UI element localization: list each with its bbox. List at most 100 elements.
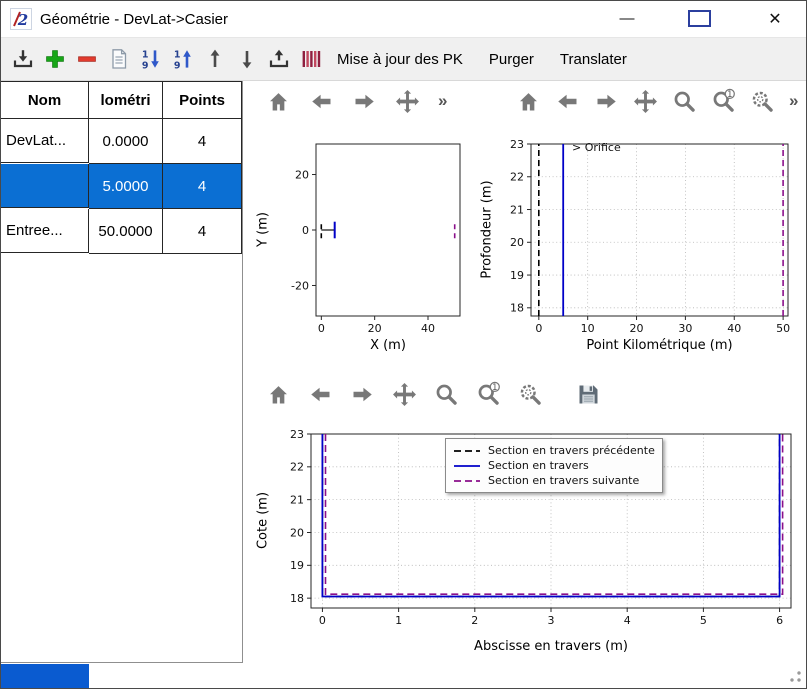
svg-text:10: 10 <box>581 322 595 335</box>
move-up-button[interactable] <box>201 44 228 74</box>
back-button[interactable] <box>305 378 335 410</box>
svg-text:23: 23 <box>510 138 524 151</box>
cell-points[interactable]: 4 <box>163 209 242 254</box>
svg-text:1: 1 <box>173 49 180 60</box>
column-header-pk[interactable]: lométri <box>89 82 163 119</box>
maximize-button[interactable] <box>674 2 724 35</box>
section-y-axis-label: Cote (m) <box>256 456 271 586</box>
move-down-icon <box>235 47 259 71</box>
purger-button[interactable]: Purger <box>476 38 547 80</box>
pan-button[interactable] <box>389 378 419 410</box>
cell-points-selected[interactable]: 4 <box>163 164 242 209</box>
svg-text:1: 1 <box>395 614 402 627</box>
back-button[interactable] <box>552 85 582 117</box>
pan-button[interactable] <box>630 85 660 117</box>
home-button[interactable] <box>263 378 293 410</box>
legend-label: Section en travers <box>488 459 589 472</box>
svg-text:1: 1 <box>727 88 732 98</box>
cell-nom[interactable]: DevLat... <box>1 119 89 163</box>
svg-text:20: 20 <box>290 526 304 539</box>
column-header-points[interactable]: Points <box>163 82 242 119</box>
cell-nom[interactable]: Entree... <box>1 209 89 253</box>
titlebar: 2 Géométrie - DevLat->Casier — ✕ <box>1 1 806 37</box>
mise-a-jour-pk-button[interactable]: Mise à jour des PK <box>324 38 476 80</box>
save-button[interactable] <box>573 378 603 410</box>
cell-nom-selected[interactable] <box>1 164 89 208</box>
import-icon <box>11 47 35 71</box>
resize-grip[interactable] <box>788 670 801 683</box>
close-button[interactable]: ✕ <box>750 2 800 35</box>
app-icon: 2 <box>10 8 32 30</box>
export-button[interactable] <box>265 44 292 74</box>
svg-text:30: 30 <box>678 322 692 335</box>
sort-down-button[interactable]: 19 <box>137 44 164 74</box>
svg-text:21: 21 <box>290 493 304 506</box>
import-button[interactable] <box>9 44 36 74</box>
legend-item: Section en travers suivante <box>453 473 655 488</box>
zoom-one-button[interactable]: 1 <box>473 378 503 410</box>
translater-button[interactable]: Translater <box>547 38 640 80</box>
xy-y-axis-label: Y (m) <box>256 165 271 295</box>
home-button[interactable] <box>263 85 293 117</box>
legend-label: Section en travers précédente <box>488 444 655 457</box>
legend-line-sample <box>453 476 481 486</box>
pan-button[interactable] <box>392 85 422 117</box>
xy-plot-toolbar: » <box>263 85 447 117</box>
remove-button[interactable] <box>73 44 100 74</box>
zoom-one-icon: 1 <box>710 88 737 115</box>
add-button[interactable] <box>41 44 68 74</box>
toolbar-icon-strip: 1919 <box>9 44 324 74</box>
svg-text:0: 0 <box>302 224 309 237</box>
maximize-icon <box>688 10 711 27</box>
legend-label: Section en travers suivante <box>488 474 639 487</box>
profile-x-axis-label: Point Kilométrique (m) <box>531 338 788 353</box>
forward-button[interactable] <box>347 378 377 410</box>
column-header-nom[interactable]: Nom <box>1 82 89 119</box>
svg-text:20: 20 <box>630 322 644 335</box>
cell-pk[interactable]: 50.0000 <box>89 209 163 254</box>
forward-icon <box>349 381 376 408</box>
svg-text:1: 1 <box>492 381 497 391</box>
cell-pk[interactable]: 0.0000 <box>89 119 163 164</box>
forward-button[interactable] <box>349 85 379 117</box>
overflow-chevron[interactable]: » <box>789 91 798 111</box>
svg-text:18: 18 <box>290 592 304 605</box>
zoom-fit-icon <box>749 88 776 115</box>
back-icon <box>307 381 334 408</box>
pan-icon <box>391 381 418 408</box>
cell-points[interactable]: 4 <box>163 119 242 164</box>
zoom-button[interactable] <box>669 85 699 117</box>
geometry-app-icon: 2 <box>10 8 32 30</box>
svg-text:40: 40 <box>421 322 435 335</box>
zoom-fit-button[interactable] <box>515 378 545 410</box>
svg-text:20: 20 <box>510 236 524 249</box>
home-button[interactable] <box>513 85 543 117</box>
zoom-fit-button[interactable] <box>747 85 777 117</box>
profile-plot[interactable]: 01020304050181920212223> Orifice <box>476 134 806 350</box>
pan-icon <box>632 88 659 115</box>
pk-stripes-button[interactable] <box>297 44 324 74</box>
save-icon <box>575 381 602 408</box>
legend-item: Section en travers <box>453 458 655 473</box>
cell-pk-selected[interactable]: 5.0000 <box>89 164 163 209</box>
sort-up-button[interactable]: 19 <box>169 44 196 74</box>
forward-button[interactable] <box>591 85 621 117</box>
status-cell <box>1 664 89 689</box>
forward-icon <box>351 88 378 115</box>
overflow-chevron[interactable]: » <box>438 91 447 111</box>
section-plot-toolbar: 1 <box>263 378 603 410</box>
home-icon <box>515 88 542 115</box>
move-down-button[interactable] <box>233 44 260 74</box>
svg-text:19: 19 <box>290 559 304 572</box>
document-button[interactable] <box>105 44 132 74</box>
zoom-one-button[interactable]: 1 <box>708 85 738 117</box>
minimize-button[interactable]: — <box>602 2 652 35</box>
legend-line-sample <box>453 461 481 471</box>
svg-text:9: 9 <box>173 60 180 71</box>
svg-text:23: 23 <box>290 428 304 441</box>
xy-plot[interactable]: 02040-20020 <box>246 134 466 350</box>
zoom-button[interactable] <box>431 378 461 410</box>
svg-text:4: 4 <box>624 614 631 627</box>
back-button[interactable] <box>306 85 336 117</box>
main-toolbar: 1919 Mise à jour des PK Purger Translate… <box>1 37 806 81</box>
